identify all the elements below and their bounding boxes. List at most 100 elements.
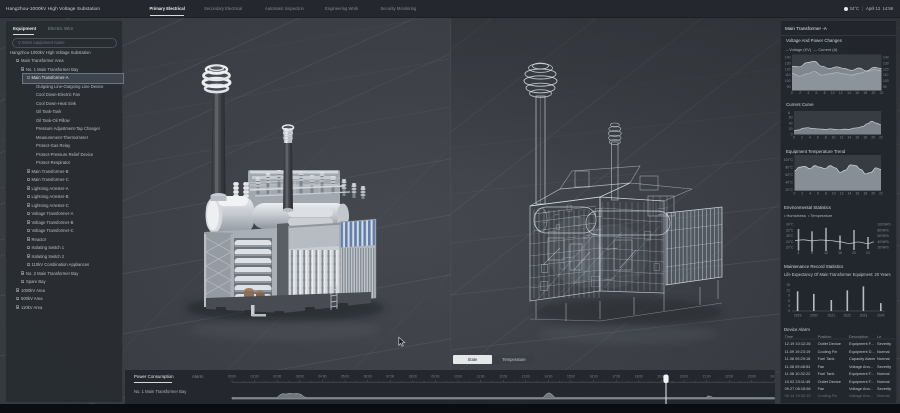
svg-text:60%Rh: 60%Rh (878, 234, 889, 238)
svg-text:20: 20 (789, 127, 793, 131)
svg-text:100: 100 (785, 79, 791, 83)
svg-text:00:00: 00:00 (228, 374, 236, 378)
svg-text:40°C: 40°C (785, 180, 793, 184)
svg-text:130: 130 (883, 61, 889, 65)
svg-text:24°C: 24°C (786, 240, 794, 244)
svg-text:17:00: 17:00 (612, 374, 620, 378)
svg-text:24:00: 24:00 (770, 374, 775, 378)
svg-text:90: 90 (787, 85, 791, 89)
svg-text:02:00: 02:00 (273, 374, 281, 378)
svg-text:04:00: 04:00 (318, 374, 326, 378)
svg-text:15: 15 (786, 283, 790, 287)
svg-text:16: 16 (838, 251, 842, 255)
svg-text:6: 6 (815, 91, 817, 95)
svg-text:4: 4 (807, 91, 809, 95)
svg-text:20: 20 (852, 251, 856, 255)
svg-text:10: 10 (832, 135, 836, 139)
svg-text:110: 110 (883, 73, 889, 77)
svg-text:2019: 2019 (794, 314, 802, 318)
svg-text:60: 60 (789, 116, 793, 120)
svg-text:14: 14 (847, 135, 851, 139)
svg-text:2023: 2023 (860, 314, 868, 318)
svg-text:6: 6 (817, 135, 819, 139)
svg-text:6: 6 (817, 192, 819, 196)
svg-text:8: 8 (825, 192, 827, 196)
svg-text:10: 10 (831, 91, 835, 95)
svg-text:20: 20 (871, 192, 875, 196)
svg-text:60°C: 60°C (785, 173, 793, 177)
svg-text:90: 90 (883, 85, 887, 89)
svg-text:24: 24 (866, 251, 870, 255)
svg-text:16: 16 (856, 192, 860, 196)
svg-text:13:00: 13:00 (522, 374, 530, 378)
svg-text:120: 120 (785, 67, 791, 71)
svg-text:16: 16 (855, 91, 859, 95)
svg-text:22:00: 22:00 (725, 374, 733, 378)
svg-text:20%Rh: 20%Rh (878, 246, 889, 250)
svg-text:80°C: 80°C (785, 165, 793, 169)
svg-text:10: 10 (832, 192, 836, 196)
svg-text:20°C: 20°C (785, 188, 793, 192)
svg-text:15:00: 15:00 (567, 374, 575, 378)
svg-text:2: 2 (801, 135, 803, 139)
svg-text:08:00: 08:00 (409, 374, 417, 378)
svg-text:0: 0 (788, 309, 790, 313)
svg-text:8: 8 (824, 91, 826, 95)
svg-text:140: 140 (785, 56, 791, 60)
svg-text:100: 100 (883, 79, 889, 83)
svg-text:10:00: 10:00 (454, 374, 462, 378)
svg-text:12: 12 (786, 288, 790, 292)
svg-text:2024: 2024 (877, 314, 885, 318)
svg-text:07:00: 07:00 (386, 374, 394, 378)
svg-text:06:00: 06:00 (364, 374, 372, 378)
svg-text:32°C: 32°C (786, 228, 794, 232)
svg-text:9: 9 (788, 294, 790, 298)
svg-text:2020: 2020 (810, 314, 818, 318)
svg-text:22: 22 (879, 192, 883, 196)
svg-text:12:00: 12:00 (499, 374, 507, 378)
svg-text:12: 12 (824, 251, 828, 255)
svg-text:21:00: 21:00 (703, 374, 711, 378)
svg-text:0: 0 (793, 135, 795, 139)
svg-text:34°C: 34°C (786, 223, 794, 227)
svg-text:23:00: 23:00 (748, 374, 756, 378)
svg-text:0: 0 (791, 91, 793, 95)
svg-text:8: 8 (811, 251, 813, 255)
svg-text:03:00: 03:00 (296, 374, 304, 378)
svg-text:140: 140 (883, 56, 889, 60)
svg-text:05:00: 05:00 (341, 374, 349, 378)
svg-text:09:00: 09:00 (431, 374, 439, 378)
svg-text:18: 18 (863, 192, 867, 196)
svg-text:18: 18 (863, 135, 867, 139)
svg-text:12: 12 (839, 91, 843, 95)
svg-text:130: 130 (785, 61, 791, 65)
svg-text:12: 12 (840, 135, 844, 139)
svg-text:14: 14 (848, 192, 852, 196)
svg-text:28°C: 28°C (786, 234, 794, 238)
svg-text:3: 3 (788, 304, 790, 308)
svg-text:11:00: 11:00 (477, 374, 485, 378)
svg-text:20°C: 20°C (786, 246, 794, 250)
svg-text:4: 4 (809, 135, 811, 139)
svg-text:80%Rh: 80%Rh (878, 228, 889, 232)
svg-text:40%Rh: 40%Rh (878, 240, 889, 244)
svg-text:16: 16 (855, 135, 859, 139)
svg-text:20: 20 (871, 91, 875, 95)
svg-text:22: 22 (880, 91, 884, 95)
svg-text:20: 20 (871, 135, 875, 139)
svg-text:6: 6 (788, 299, 790, 303)
svg-text:18:00: 18:00 (635, 374, 643, 378)
svg-text:2: 2 (801, 192, 803, 196)
svg-text:16:00: 16:00 (590, 374, 598, 378)
svg-text:2022: 2022 (844, 314, 852, 318)
svg-text:110: 110 (785, 73, 791, 77)
svg-text:12: 12 (840, 192, 844, 196)
svg-text:0: 0 (794, 192, 796, 196)
svg-text:100°C: 100°C (784, 158, 794, 162)
svg-text:22: 22 (879, 135, 883, 139)
svg-text:120: 120 (883, 67, 889, 71)
svg-text:14: 14 (847, 91, 851, 95)
svg-text:01:00: 01:00 (251, 374, 259, 378)
svg-text:40: 40 (789, 121, 793, 125)
svg-text:2021: 2021 (828, 314, 836, 318)
